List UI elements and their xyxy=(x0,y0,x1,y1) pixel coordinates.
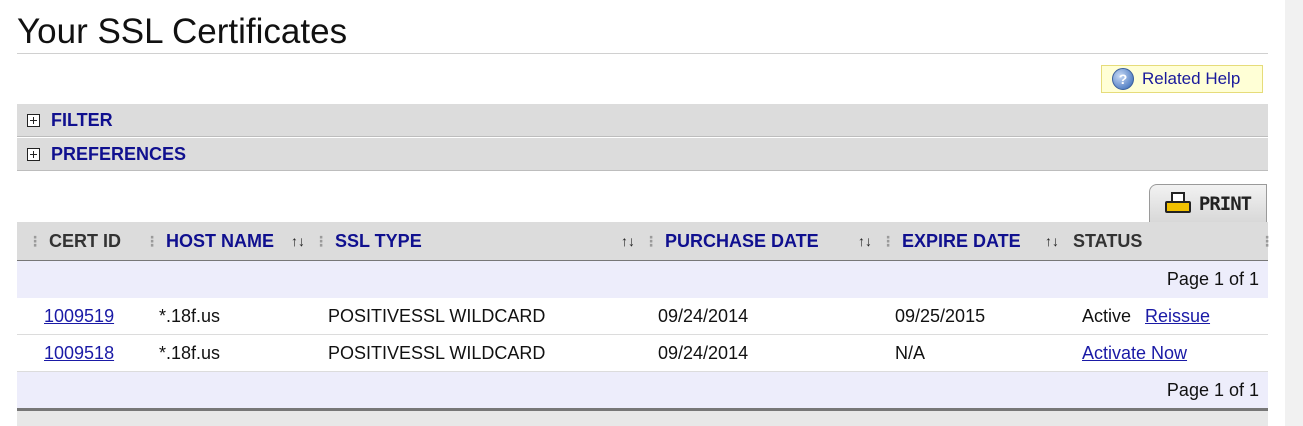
page-indicator: Page 1 of 1 xyxy=(1166,269,1259,289)
expire-date-cell: N/A xyxy=(895,342,926,363)
sort-host-name-icon[interactable]: ↑↓ xyxy=(291,222,305,260)
column-grip-icon: ⋮ xyxy=(1260,232,1274,249)
column-grip-icon: ⋮ xyxy=(28,232,42,249)
printer-icon xyxy=(1164,191,1191,216)
table-footer xyxy=(17,411,1268,426)
scrollbar-gutter xyxy=(1285,0,1303,426)
column-grip-icon: ⋮ xyxy=(145,232,159,249)
pager-top: Page 1 of 1 xyxy=(17,261,1268,298)
status-cell: Active xyxy=(1082,305,1132,326)
column-header-status: STATUS xyxy=(1073,230,1143,251)
filter-section-toggle[interactable]: FILTER xyxy=(17,104,1268,137)
ssl-type-cell: POSITIVESSL WILDCARD xyxy=(328,342,546,363)
plus-box-icon xyxy=(27,113,40,127)
question-help-icon: ? xyxy=(1112,68,1134,90)
filter-label: FILTER xyxy=(51,109,113,130)
pager-bottom: Page 1 of 1 xyxy=(17,372,1268,409)
related-help-button[interactable]: ? Related Help xyxy=(1101,65,1263,93)
table-row: 1009518 *.18f.us POSITIVESSL WILDCARD 09… xyxy=(17,335,1268,372)
column-header-ssl-type[interactable]: ⋮ SSL TYPE xyxy=(314,222,422,260)
plus-box-icon xyxy=(27,147,40,161)
sort-purchase-date-icon[interactable]: ↑↓ xyxy=(858,222,872,260)
column-header-host-name[interactable]: ⋮ HOST NAME xyxy=(145,222,274,260)
print-button[interactable]: PRINT xyxy=(1149,184,1267,222)
purchase-date-cell: 09/24/2014 xyxy=(658,305,749,326)
print-label: PRINT xyxy=(1198,192,1252,215)
preferences-label: PREFERENCES xyxy=(51,143,187,164)
column-header-expire-date[interactable]: ⋮ EXPIRE DATE xyxy=(881,222,1021,260)
column-header-cert-id: ⋮ CERT ID xyxy=(28,230,121,251)
sort-expire-date-icon[interactable]: ↑↓ xyxy=(1045,222,1059,260)
ssl-type-cell: POSITIVESSL WILDCARD xyxy=(328,305,546,326)
host-name-cell: *.18f.us xyxy=(159,305,221,326)
activate-now-link[interactable]: Activate Now xyxy=(1082,343,1187,364)
sort-ssl-type-icon[interactable]: ↑↓ xyxy=(621,222,635,260)
page-indicator: Page 1 of 1 xyxy=(1166,380,1259,400)
cert-id-link[interactable]: 1009519 xyxy=(44,306,114,327)
cert-id-link[interactable]: 1009518 xyxy=(44,343,114,364)
title-divider xyxy=(17,53,1268,54)
column-grip-icon: ⋮ xyxy=(881,232,895,249)
column-grip-icon: ⋮ xyxy=(314,232,328,249)
purchase-date-cell: 09/24/2014 xyxy=(658,342,749,363)
preferences-section-toggle[interactable]: PREFERENCES xyxy=(17,138,1268,171)
related-help-label: Related Help xyxy=(1142,69,1241,88)
column-header-purchase-date[interactable]: ⋮ PURCHASE DATE xyxy=(644,222,819,260)
page-title: Your SSL Certificates xyxy=(17,12,348,51)
table-header: ⋮ CERT ID ⋮ HOST NAME ↑↓ ⋮ SSL TYPE ↑↓ ⋮… xyxy=(17,222,1274,263)
expire-date-cell: 09/25/2015 xyxy=(895,305,986,326)
host-name-cell: *.18f.us xyxy=(159,342,221,363)
table-row: 1009519 *.18f.us POSITIVESSL WILDCARD 09… xyxy=(17,298,1268,335)
reissue-link[interactable]: Reissue xyxy=(1145,306,1210,327)
column-grip-icon: ⋮ xyxy=(644,232,658,249)
